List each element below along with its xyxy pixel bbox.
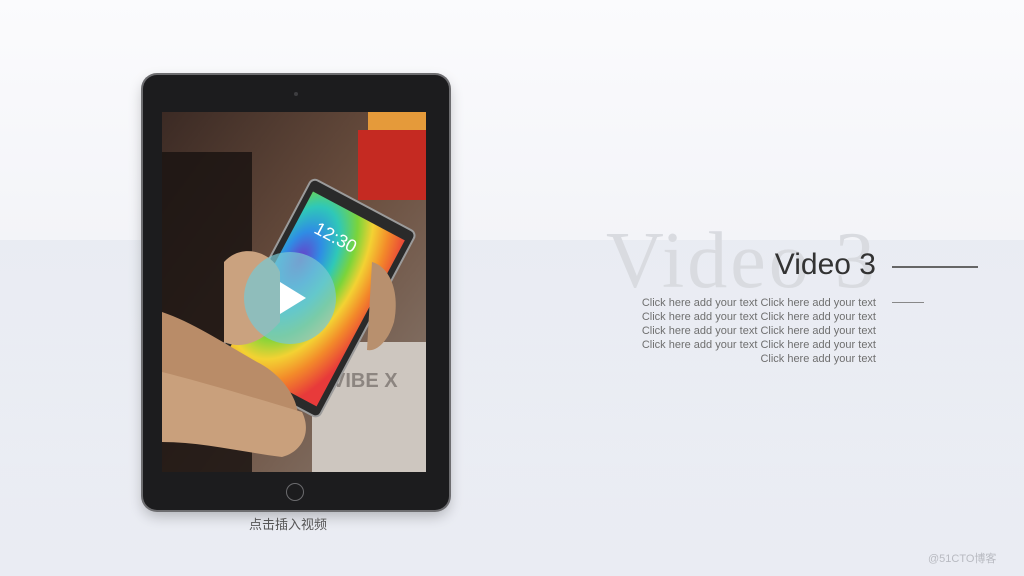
insert-video-caption: 点击插入视频 [249,517,328,532]
tablet-frame: VIBE X 12:30 [143,75,449,510]
camera-icon [294,92,298,96]
body-rule [892,302,924,303]
play-icon [280,282,306,314]
video-placeholder[interactable]: VIBE X 12:30 [162,112,426,472]
home-button [286,483,304,501]
body-text-box[interactable]: Click here add your text Click here add … [640,296,876,366]
slide-title[interactable]: Video 3 [740,248,876,282]
title-rule [892,266,978,268]
watermark: @51CTO博客 [928,553,997,565]
play-button[interactable] [244,252,336,344]
